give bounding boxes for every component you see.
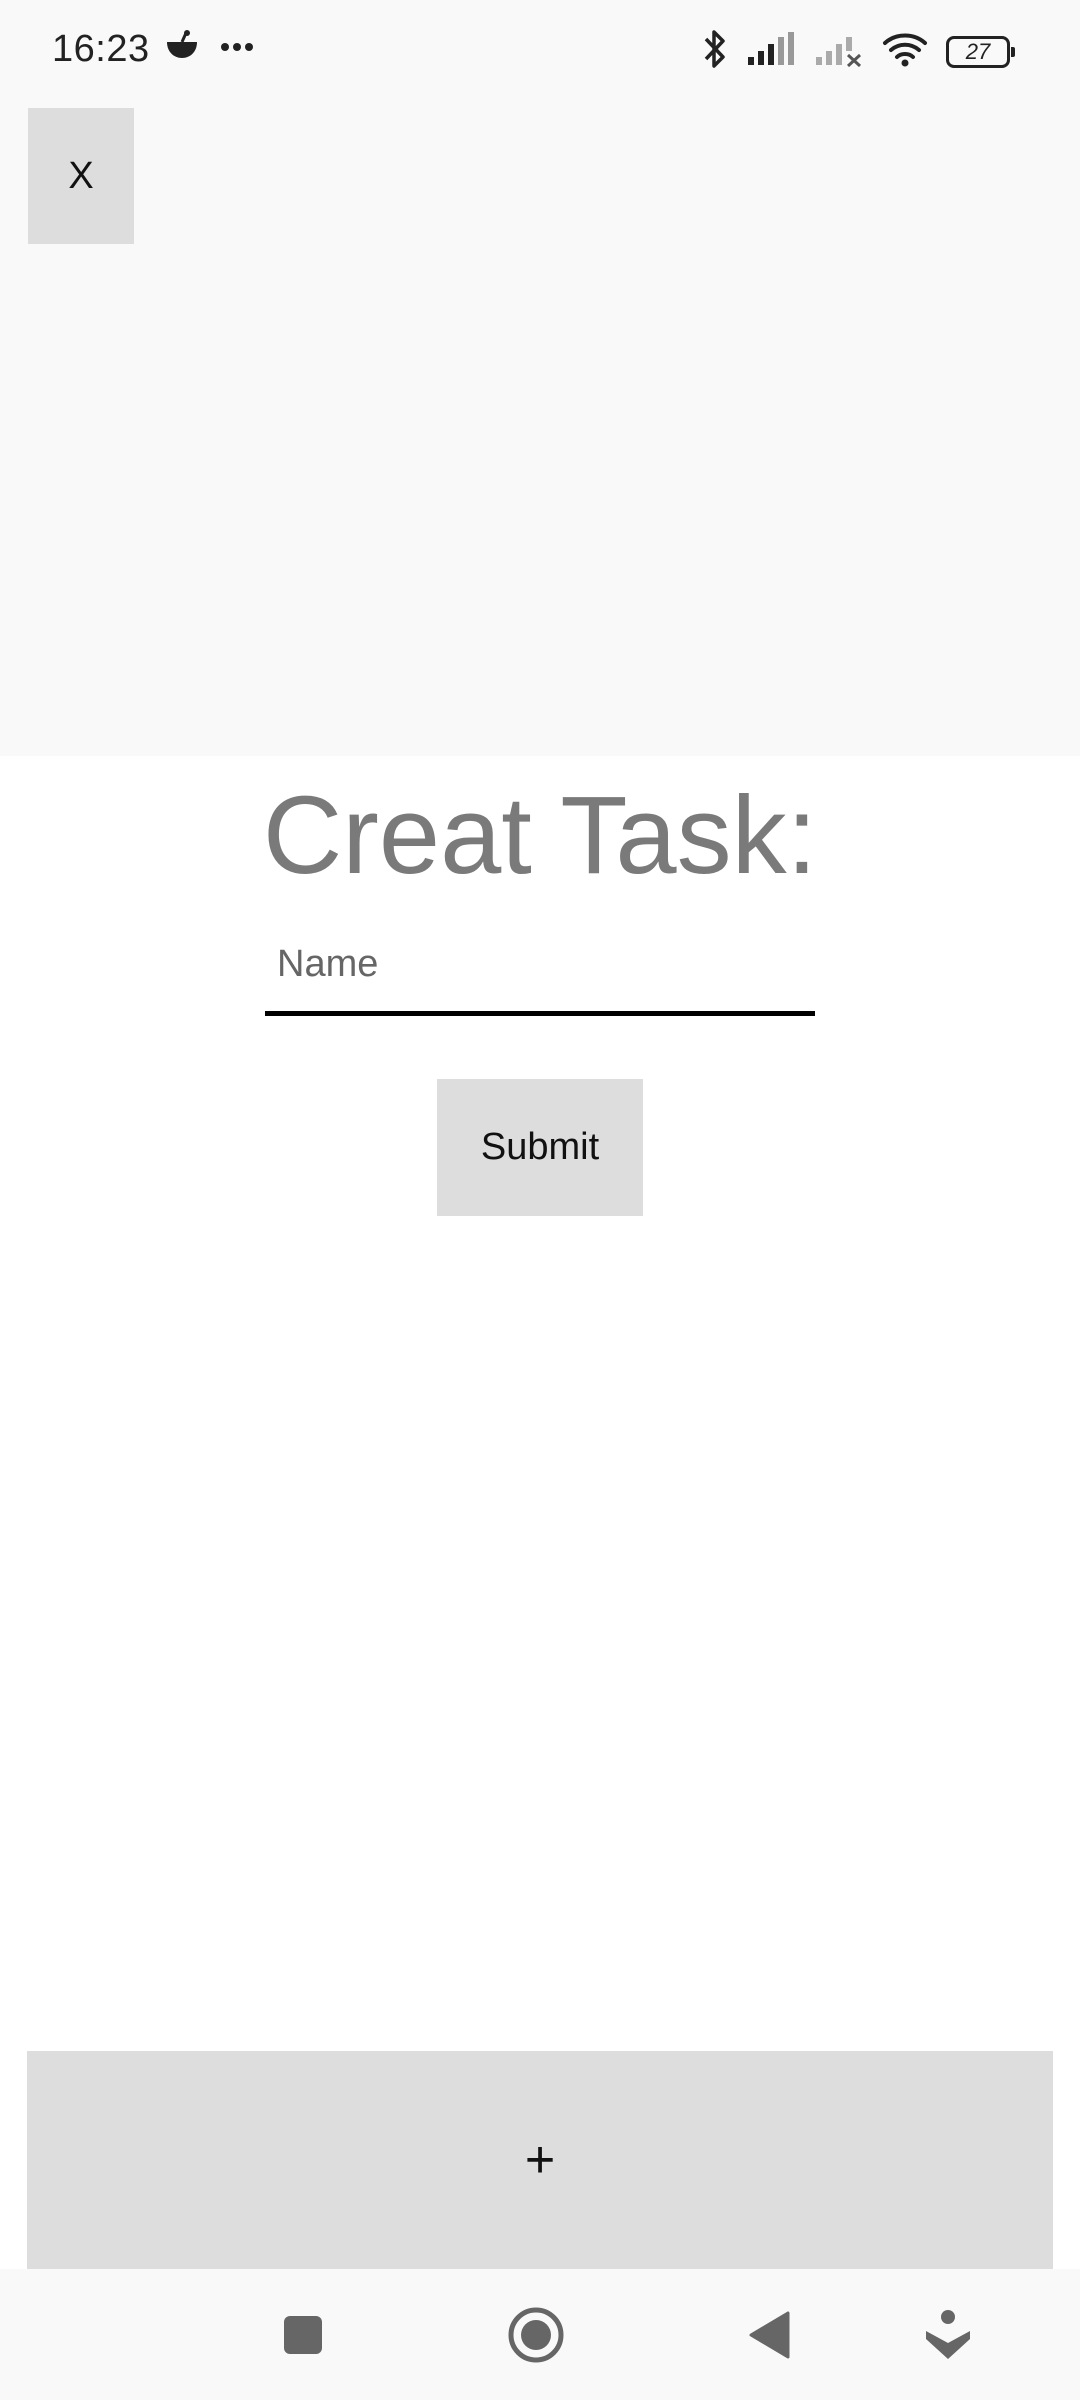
signal-no-service-icon (814, 31, 864, 72)
back-button[interactable] (715, 2269, 825, 2400)
screen: 16:23 27 X Creat Task: Name Submit + (0, 0, 1080, 2400)
home-button[interactable] (481, 2269, 591, 2400)
nav-bar (0, 2269, 1080, 2400)
status-left-icons (164, 30, 254, 65)
battery-icon: 27 (946, 35, 1015, 68)
bluetooth-icon (702, 28, 728, 75)
back-triangle-icon (749, 2311, 790, 2358)
notification-app-icon (164, 30, 200, 65)
more-dots-icon (220, 39, 254, 57)
status-right-icons: 27 (702, 28, 1015, 75)
status-time: 16:23 (52, 28, 150, 70)
submit-button[interactable]: Submit (437, 1079, 643, 1216)
status-bar: 16:23 27 (0, 0, 1080, 104)
wifi-icon (882, 31, 928, 72)
close-button[interactable]: X (28, 108, 134, 244)
assistant-icon (926, 2309, 970, 2359)
signal-icon (746, 31, 796, 72)
top-area (0, 104, 1080, 756)
add-task-button[interactable]: + (27, 2051, 1053, 2269)
home-circle-icon (508, 2307, 564, 2362)
page-title: Creat Task: (262, 774, 818, 897)
assistant-button[interactable] (893, 2269, 1003, 2400)
recents-square-icon (284, 2315, 322, 2354)
recents-button[interactable] (248, 2269, 358, 2400)
name-input[interactable] (265, 918, 815, 1016)
